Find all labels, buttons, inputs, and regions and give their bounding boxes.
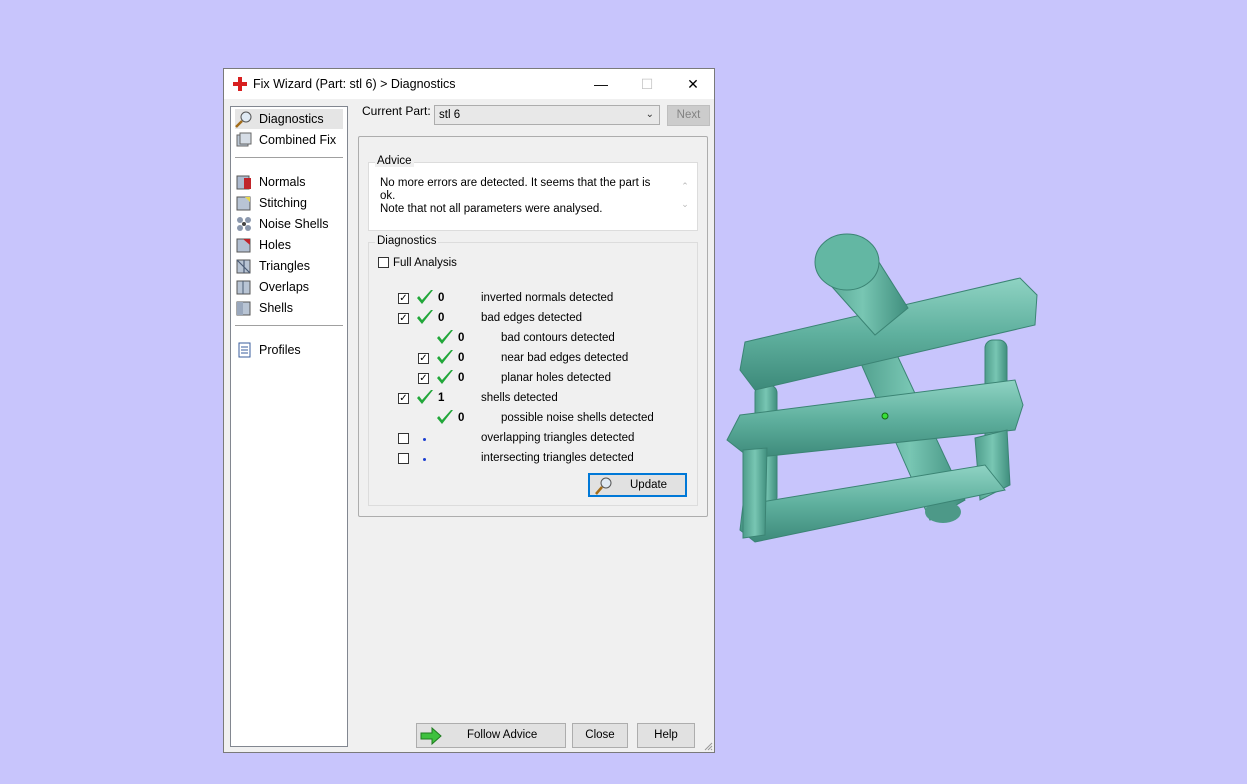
diagnostics-legend: Diagnostics — [375, 235, 439, 247]
resize-grip-icon[interactable] — [703, 741, 713, 751]
diagnostic-checkbox[interactable]: ✓ — [398, 313, 409, 324]
follow-advice-label: Follow Advice — [467, 729, 538, 741]
sidebar-item-noise-shells[interactable]: Noise Shells — [235, 214, 343, 234]
current-part-select[interactable]: stl 6 ⌄ — [434, 105, 660, 125]
profiles-icon — [238, 342, 251, 358]
advice-group: Advice No more errors are detected. It s… — [368, 155, 698, 231]
current-part-label: Current Part: — [362, 104, 431, 118]
stl-part-model — [726, 233, 1038, 543]
sidebar-item-label: Diagnostics — [259, 112, 324, 126]
diagnostic-checkbox[interactable]: ✓ — [398, 393, 409, 404]
diagnostic-label: inverted normals detected — [481, 292, 614, 304]
diagnostic-label: shells detected — [481, 392, 558, 404]
normals-icon — [236, 175, 251, 190]
sidebar-item-label: Combined Fix — [259, 133, 337, 147]
diagnostic-count: 0 — [438, 312, 445, 324]
green-check-icon — [417, 390, 433, 404]
diagnostic-label: intersecting triangles detected — [481, 452, 634, 464]
title-bar[interactable]: Fix Wizard (Part: stl 6) > Diagnostics —… — [224, 69, 714, 99]
green-arrow-icon — [420, 726, 442, 746]
advice-text: No more errors are detected. It seems th… — [380, 177, 651, 215]
full-analysis-label: Full Analysis — [393, 257, 457, 269]
sidebar-item-combined-fix[interactable]: Combined Fix — [235, 130, 343, 150]
minimize-button[interactable]: — — [578, 69, 624, 99]
advice-legend: Advice — [375, 155, 414, 167]
magnifier-icon — [595, 477, 612, 495]
overlaps-icon — [236, 280, 251, 295]
close-window-button[interactable]: ✕ — [670, 69, 716, 99]
diagnostic-label: overlapping triangles detected — [481, 432, 635, 444]
sidebar-item-triangles[interactable]: Triangles — [235, 256, 343, 276]
pending-dot-icon — [423, 438, 426, 441]
update-label: Update — [630, 479, 668, 491]
help-button[interactable]: Help — [637, 723, 695, 748]
green-check-icon — [437, 370, 453, 384]
diagnostic-count: 0 — [458, 352, 465, 364]
green-check-icon — [437, 350, 453, 364]
green-check-icon — [417, 290, 433, 304]
noise-shells-icon — [237, 217, 251, 231]
wizard-sidebar: Diagnostics Combined Fix Normals Stitchi… — [230, 106, 348, 747]
sidebar-separator — [235, 325, 343, 326]
triangles-icon — [236, 259, 251, 274]
update-button[interactable]: Update — [588, 473, 687, 497]
diagnostic-label: bad edges detected — [481, 312, 583, 324]
3d-model-view[interactable] — [715, 200, 1055, 560]
sidebar-item-label: Stitching — [259, 196, 307, 210]
green-check-icon — [417, 310, 433, 324]
magnifier-icon — [235, 111, 252, 128]
diagnostic-label: possible noise shells detected — [501, 412, 654, 424]
window-title: Fix Wizard (Part: stl 6) > Diagnostics — [253, 77, 456, 91]
current-part-value: stl 6 — [439, 109, 461, 121]
diagnostic-count: 0 — [458, 412, 465, 424]
diagnostic-checkbox[interactable]: ✓ — [418, 373, 429, 384]
sidebar-item-label: Profiles — [259, 343, 301, 357]
diagnostic-label: near bad edges detected — [501, 352, 629, 364]
pending-dot-icon — [423, 458, 426, 461]
sidebar-item-label: Overlaps — [259, 280, 310, 294]
sidebar-item-label: Normals — [259, 175, 306, 189]
sidebar-item-stitching[interactable]: Stitching — [235, 193, 343, 213]
sidebar-item-profiles[interactable]: Profiles — [235, 340, 343, 360]
advice-scrollbar[interactable]: ⌃ ⌄ — [679, 177, 691, 221]
diagnostic-checkbox[interactable]: ✓ — [418, 353, 429, 364]
combined-fix-icon — [236, 132, 252, 147]
diagnostic-count: 0 — [438, 292, 445, 304]
diagnostic-label: planar holes detected — [501, 372, 611, 384]
diagnostic-count: 0 — [458, 372, 465, 384]
maximize-button[interactable]: ☐ — [624, 69, 670, 99]
fix-wizard-dialog: Fix Wizard (Part: stl 6) > Diagnostics —… — [223, 68, 715, 753]
chevron-down-icon: ⌄ — [645, 109, 654, 120]
sidebar-item-label: Holes — [259, 238, 291, 252]
next-button[interactable]: Next — [667, 105, 710, 126]
sidebar-item-label: Shells — [259, 301, 294, 315]
sidebar-item-holes[interactable]: Holes — [235, 235, 343, 255]
diagnostic-label: bad contours detected — [501, 332, 615, 344]
green-check-icon — [437, 330, 453, 344]
diagnostic-checkbox[interactable] — [398, 433, 409, 444]
sidebar-item-label: Triangles — [259, 259, 310, 273]
close-button[interactable]: Close — [572, 723, 628, 748]
full-analysis-checkbox[interactable] — [378, 257, 389, 268]
holes-icon — [236, 238, 251, 253]
sidebar-item-normals[interactable]: Normals — [235, 172, 343, 192]
sidebar-item-label: Noise Shells — [259, 217, 329, 231]
sidebar-item-diagnostics[interactable]: Diagnostics — [235, 109, 343, 129]
diagnostic-count: 0 — [458, 332, 465, 344]
stitching-icon — [236, 196, 251, 211]
diagnostic-count: 1 — [438, 392, 445, 404]
green-check-icon — [437, 410, 453, 424]
shells-icon — [236, 301, 251, 316]
sidebar-item-shells[interactable]: Shells — [235, 298, 343, 318]
sidebar-item-overlaps[interactable]: Overlaps — [235, 277, 343, 297]
diagnostic-checkbox[interactable] — [398, 453, 409, 464]
follow-advice-button[interactable]: Follow Advice — [416, 723, 566, 748]
sidebar-separator — [235, 157, 343, 158]
diagnostic-checkbox[interactable]: ✓ — [398, 293, 409, 304]
red-cross-icon — [233, 77, 247, 91]
